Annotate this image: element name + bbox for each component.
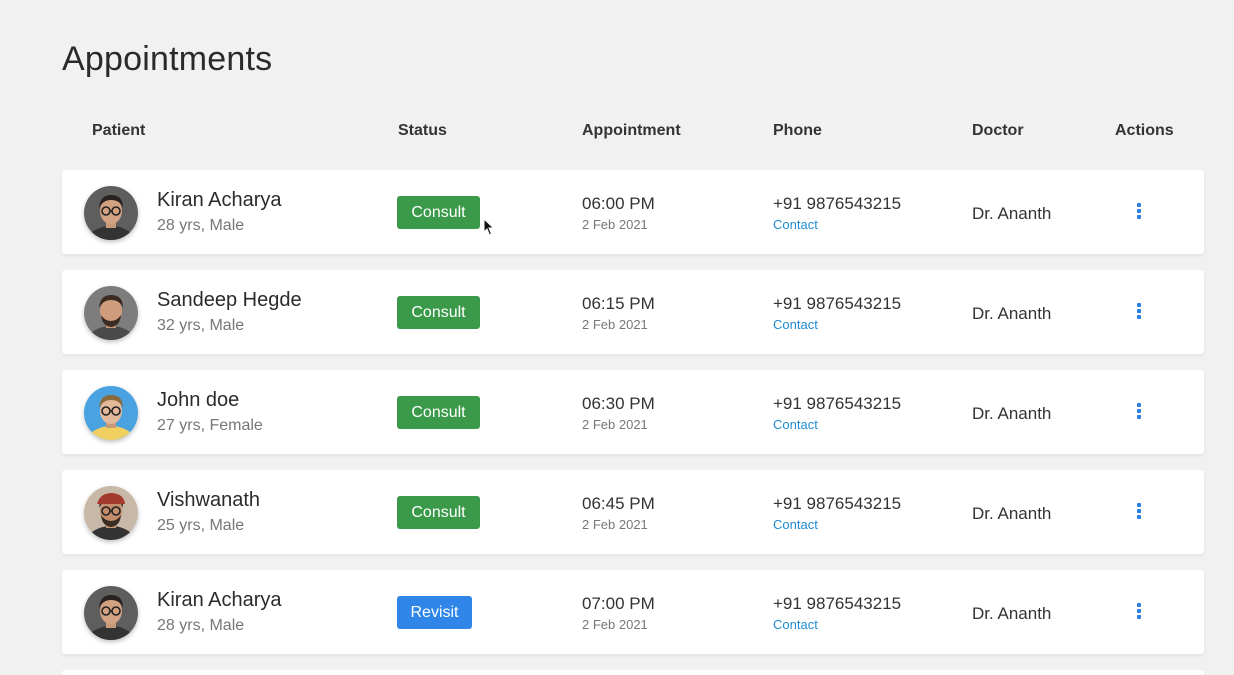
contact-link[interactable]: Contact <box>773 617 818 632</box>
appointment-date: 2 Feb 2021 <box>582 217 648 232</box>
patient-name: Sandeep Hegde <box>157 289 302 311</box>
more-actions-icon[interactable] <box>1132 403 1146 423</box>
appointments-list: Kiran Acharya 28 yrs, Male Consult 06:00… <box>62 170 1204 675</box>
column-header-doctor[interactable]: Doctor <box>972 122 1024 140</box>
patient-age-gender: 28 yrs, Male <box>157 217 245 234</box>
status-button[interactable]: Revisit <box>397 596 472 629</box>
phone-number: +91 9876543215 <box>773 494 902 513</box>
doctor-name: Dr. Ananth <box>972 604 1052 623</box>
table-row[interactable]: Vishwanath 25 yrs, Male Consult 06:45 PM… <box>62 470 1204 554</box>
appointment-date: 2 Feb 2021 <box>582 617 648 632</box>
contact-link[interactable]: Contact <box>773 517 818 532</box>
patient-age-gender: 27 yrs, Female <box>157 417 263 434</box>
patient-name: Vishwanath <box>157 489 261 511</box>
man-glasses-avatar <box>84 586 138 640</box>
column-header-actions: Actions <box>1115 122 1174 139</box>
more-actions-icon[interactable] <box>1132 603 1146 623</box>
contact-link[interactable]: Contact <box>773 317 818 332</box>
patient-age-gender: 32 yrs, Male <box>157 317 245 334</box>
man-cap-avatar <box>84 486 138 540</box>
more-actions-icon[interactable] <box>1132 203 1146 223</box>
more-actions-icon[interactable] <box>1132 503 1146 523</box>
status-button[interactable]: Consult <box>397 396 480 429</box>
more-actions-icon[interactable] <box>1132 303 1146 323</box>
phone-number: +91 9876543215 <box>773 294 902 313</box>
phone-number: +91 9876543215 <box>773 394 902 413</box>
patient-age-gender: 28 yrs, Male <box>157 617 245 634</box>
patient-age-gender: 25 yrs, Male <box>157 517 245 534</box>
table-row[interactable]: Kiran Acharya 28 yrs, Male Revisit 07:00… <box>62 570 1204 654</box>
woman-sunglasses-avatar <box>84 386 138 440</box>
table-row[interactable] <box>62 670 1204 675</box>
man-beard-avatar <box>84 286 138 340</box>
doctor-name: Dr. Ananth <box>972 504 1052 523</box>
status-button[interactable]: Consult <box>397 496 480 529</box>
patient-name: Kiran Acharya <box>157 189 282 211</box>
table-row[interactable]: Kiran Acharya 28 yrs, Male Consult 06:00… <box>62 170 1204 254</box>
column-header-phone[interactable]: Phone <box>773 122 822 140</box>
table-row[interactable]: Sandeep Hegde 32 yrs, Male Consult 06:15… <box>62 270 1204 354</box>
appointment-date: 2 Feb 2021 <box>582 317 648 332</box>
appointment-time: 07:00 PM <box>582 594 655 613</box>
appointment-time: 06:45 PM <box>582 494 655 513</box>
appointment-time: 06:00 PM <box>582 194 655 213</box>
column-header-patient[interactable]: Patient <box>92 122 145 140</box>
man-glasses-avatar <box>84 186 138 240</box>
phone-number: +91 9876543215 <box>773 194 902 213</box>
appointment-date: 2 Feb 2021 <box>582 517 648 532</box>
appointment-time: 06:15 PM <box>582 294 655 313</box>
patient-name: John doe <box>157 389 240 411</box>
table-header: Patient Status Appointment Phone Doctor … <box>0 122 1234 146</box>
table-row[interactable]: John doe 27 yrs, Female Consult 06:30 PM… <box>62 370 1204 454</box>
mouse-cursor-icon <box>483 218 495 236</box>
contact-link[interactable]: Contact <box>773 417 818 432</box>
contact-link[interactable]: Contact <box>773 217 818 232</box>
column-header-status[interactable]: Status <box>398 122 447 140</box>
appointment-date: 2 Feb 2021 <box>582 417 648 432</box>
doctor-name: Dr. Ananth <box>972 204 1052 223</box>
doctor-name: Dr. Ananth <box>972 404 1052 423</box>
appointment-time: 06:30 PM <box>582 394 655 413</box>
phone-number: +91 9876543215 <box>773 594 902 613</box>
status-button[interactable]: Consult <box>397 196 480 229</box>
status-button[interactable]: Consult <box>397 296 480 329</box>
doctor-name: Dr. Ananth <box>972 304 1052 323</box>
page-title: Appointments <box>62 40 273 78</box>
column-header-appointment[interactable]: Appointment <box>582 122 681 140</box>
patient-name: Kiran Acharya <box>157 589 282 611</box>
